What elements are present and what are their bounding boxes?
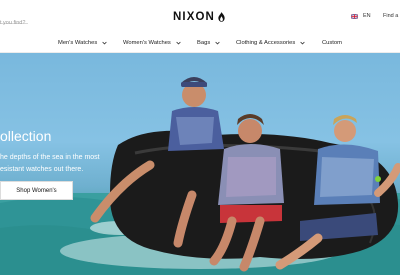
search-input[interactable]	[0, 17, 28, 29]
nav-item-label: Men's Watches	[58, 40, 98, 46]
nav-item-label: Women's Watches	[123, 40, 171, 46]
nixon-flame-icon	[218, 12, 225, 22]
nav-item-mens-watches[interactable]: Men's Watches	[58, 39, 107, 47]
hero-subtitle: he depths of the sea in the most esistan…	[0, 154, 100, 173]
main-navigation: Men's Watches Women's Watches Bags Cloth…	[0, 36, 400, 53]
hero-title: ollection	[0, 128, 52, 144]
chevron-down-icon	[102, 41, 107, 45]
chevron-down-icon	[215, 41, 220, 45]
hero-banner: ollection he depths of the sea in the mo…	[0, 53, 400, 275]
store-locator-link[interactable]: Find a S	[383, 12, 400, 20]
uk-flag-icon[interactable]	[351, 14, 358, 19]
nav-item-clothing-accessories[interactable]: Clothing & Accessories	[236, 39, 305, 47]
top-header: NIXON EN Find a S	[0, 0, 400, 35]
brand-logo[interactable]: NIXON	[173, 10, 225, 24]
nav-item-custom[interactable]: Custom	[322, 39, 342, 47]
nav-item-label: Clothing & Accessories	[236, 40, 296, 46]
language-selector[interactable]: EN	[363, 12, 371, 20]
search-box[interactable]	[0, 11, 28, 29]
nav-item-label: Bags	[197, 40, 211, 46]
nav-item-bags[interactable]: Bags	[197, 39, 220, 47]
chevron-down-icon	[176, 41, 181, 45]
nav-item-womens-watches[interactable]: Women's Watches	[123, 39, 181, 47]
chevron-down-icon	[300, 41, 305, 45]
shop-womens-button[interactable]: Shop Women's	[0, 181, 73, 200]
logo-text: NIXON	[173, 11, 215, 23]
nav-item-label: Custom	[322, 40, 342, 46]
